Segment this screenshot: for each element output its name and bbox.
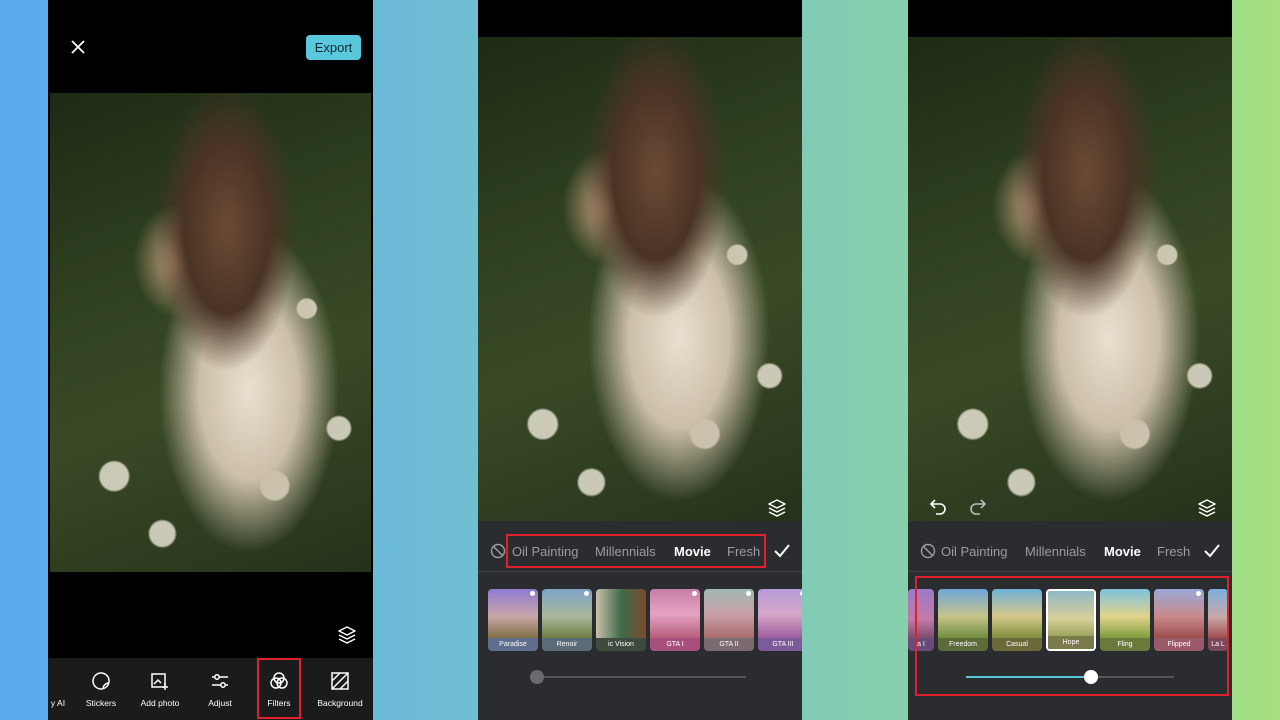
tab-millennials[interactable]: Millennials (1025, 544, 1086, 559)
confirm-check-icon[interactable] (1202, 541, 1222, 561)
thumbnails-highlight-box (915, 576, 1229, 696)
tab-fresh[interactable]: Fresh (1157, 544, 1190, 559)
tool-label: Add photo (140, 698, 180, 708)
background-icon (329, 670, 351, 692)
slider-knob[interactable] (530, 670, 544, 684)
sticker-icon (90, 670, 112, 692)
tool-label: Adjust (208, 698, 232, 708)
filter-thumb[interactable]: ic Vision (596, 589, 646, 651)
filter-thumb[interactable]: Paradise (488, 589, 538, 651)
filters-highlight-box (257, 658, 301, 719)
filter-thumb-label: GTA III (758, 638, 802, 651)
sliders-icon (209, 670, 231, 692)
layers-icon[interactable] (766, 497, 788, 519)
phone-screen-main: Export y AI Stickers Add photo Adjust Fi… (48, 0, 373, 720)
add-photo-icon (149, 670, 171, 692)
tool-background[interactable]: Background (308, 658, 372, 720)
filter-thumb-label: ic Vision (596, 638, 646, 651)
filter-thumbnail-list: Paradise Renoir ic Vision GTA I GTA II G… (478, 589, 802, 653)
filter-thumb-label: GTA II (704, 638, 754, 651)
no-filter-icon[interactable] (490, 543, 506, 559)
photo-canvas (50, 93, 371, 572)
tool-stickers[interactable]: Stickers (69, 658, 133, 720)
layers-icon[interactable] (1196, 497, 1218, 519)
tool-label: y AI (50, 698, 66, 708)
filter-thumb-label: Paradise (488, 638, 538, 651)
filter-panel: Oil Painting Millennials Movie Fresh Par… (478, 521, 802, 720)
divider (478, 571, 802, 572)
filter-thumb[interactable]: GTA II (704, 589, 754, 651)
tool-adjust[interactable]: Adjust (188, 658, 252, 720)
undo-icon[interactable] (928, 496, 948, 516)
filter-category-tabs: Oil Painting Millennials Movie Fresh (908, 539, 1232, 565)
photo-canvas (478, 37, 802, 521)
redo-icon[interactable] (968, 496, 988, 516)
category-highlight-box (506, 534, 766, 568)
intensity-slider[interactable] (530, 667, 746, 687)
filter-thumb-label: GTA I (650, 638, 700, 651)
tool-label: Background (317, 698, 363, 708)
layers-icon[interactable] (336, 624, 358, 646)
export-button[interactable]: Export (306, 35, 361, 60)
tab-movie[interactable]: Movie (1104, 544, 1141, 559)
tab-oil-painting[interactable]: Oil Painting (941, 544, 1007, 559)
phone-screen-filters: Oil Painting Millennials Movie Fresh Par… (478, 0, 802, 720)
no-filter-icon[interactable] (920, 543, 936, 559)
filter-thumb-label: Renoir (542, 638, 592, 651)
slider-track (530, 676, 746, 678)
confirm-check-icon[interactable] (772, 541, 792, 561)
tool-label: Stickers (85, 698, 117, 708)
tool-add-photo[interactable]: Add photo (128, 658, 192, 720)
phone-screen-filter-applied: Oil Painting Millennials Movie Fresh a I… (908, 0, 1232, 720)
filter-thumb[interactable]: Renoir (542, 589, 592, 651)
filter-thumb[interactable]: GTA III (758, 589, 802, 651)
bottom-toolbar: y AI Stickers Add photo Adjust Filters B… (48, 658, 373, 720)
divider (908, 571, 1232, 572)
filter-thumb[interactable]: GTA I (650, 589, 700, 651)
ai-icon (48, 670, 69, 692)
close-icon[interactable] (68, 37, 88, 57)
photo-canvas (908, 37, 1232, 521)
filter-panel: Oil Painting Millennials Movie Fresh a I… (908, 521, 1232, 720)
